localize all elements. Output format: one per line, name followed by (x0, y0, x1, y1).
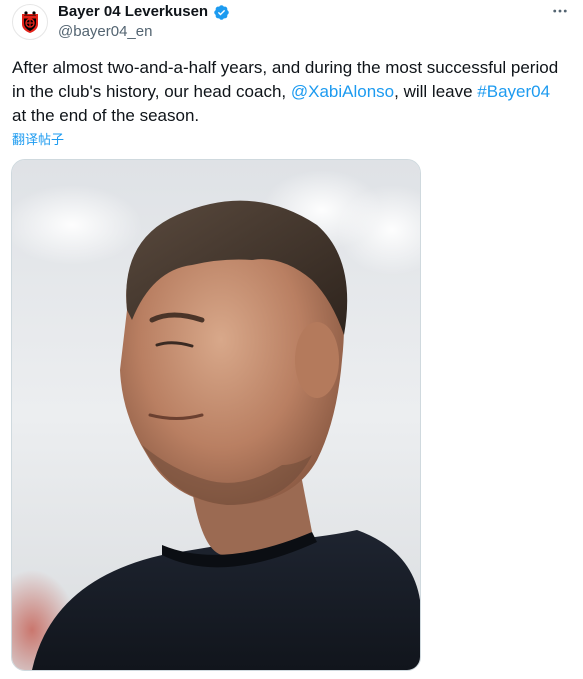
more-dots-icon (553, 9, 567, 13)
portrait-photo (12, 160, 420, 670)
more-options-button[interactable] (549, 0, 571, 22)
tweet-text-part: at the end of the season. (12, 106, 200, 125)
mention-link[interactable]: @XabiAlonso (291, 82, 394, 101)
tweet-text-part: , will leave (394, 82, 478, 101)
hashtag-link[interactable]: #Bayer04 (477, 82, 550, 101)
bayer-04-crest-icon (14, 6, 46, 38)
tweet-text: After almost two-and-a-half years, and d… (12, 56, 568, 128)
display-name[interactable]: Bayer 04 Leverkusen (58, 3, 208, 20)
translate-post-link[interactable]: 翻译帖子 (12, 129, 64, 148)
avatar[interactable] (12, 4, 48, 40)
author-handle[interactable]: @bayer04_en (58, 23, 152, 40)
tweet-photo[interactable] (11, 159, 421, 671)
verified-badge-icon (213, 4, 230, 21)
